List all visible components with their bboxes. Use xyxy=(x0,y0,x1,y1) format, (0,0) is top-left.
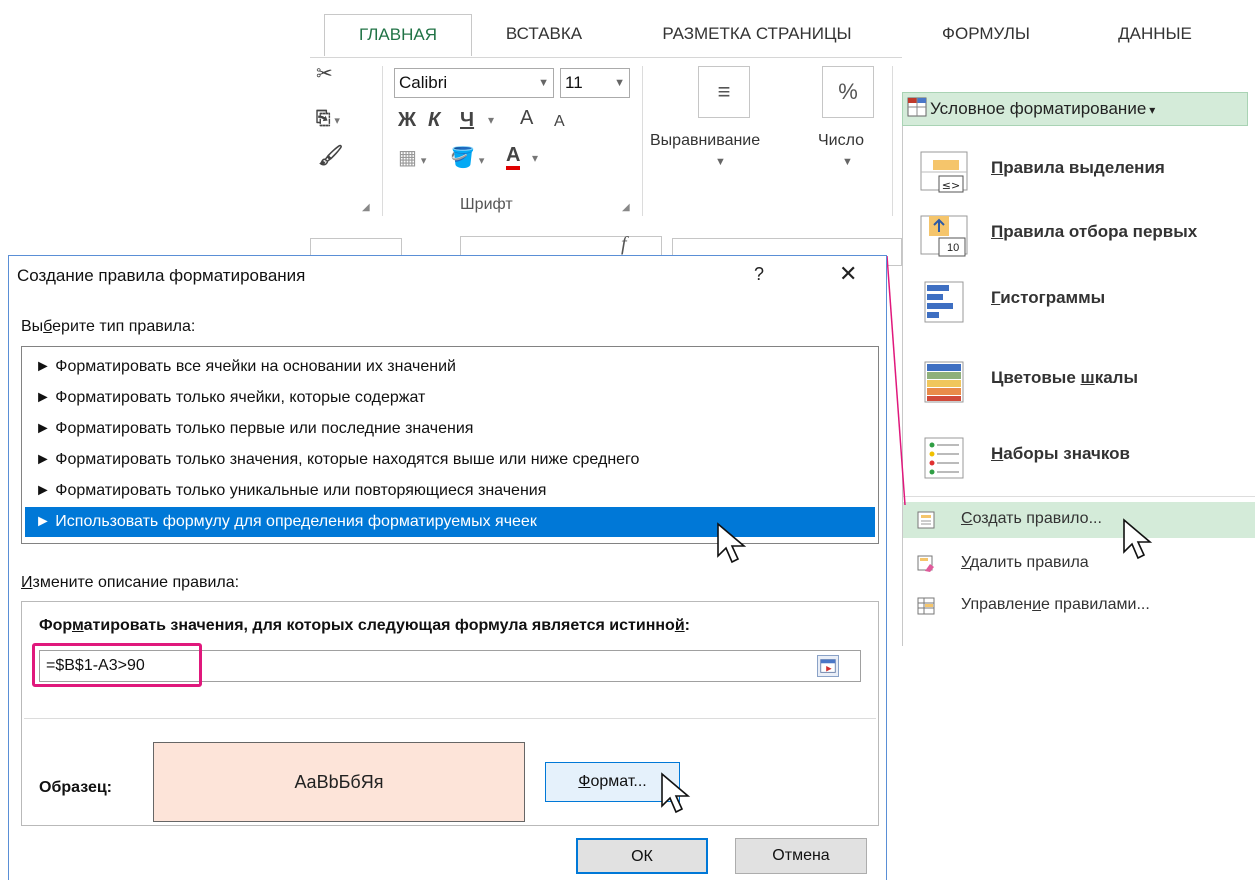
chevron-down-icon: ▼ xyxy=(842,156,853,168)
color-scales-label: Цветовые шкалы xyxy=(991,368,1138,387)
new-rule-icon xyxy=(917,511,935,529)
chevron-down-icon: ▼ xyxy=(538,77,549,89)
list-item[interactable]: ► Форматировать все ячейки на основании … xyxy=(25,352,875,382)
menu-item-icon-sets[interactable]: Наборы значков xyxy=(913,428,1253,486)
cut-icon[interactable]: ✂ xyxy=(316,62,333,86)
tab-page-layout[interactable]: РАЗМЕТКА СТРАНИЦЫ xyxy=(628,14,886,56)
conditional-formatting-label: Условное форматирование xyxy=(930,99,1147,118)
format-preview: AaBbБбЯя xyxy=(153,742,525,822)
tab-home[interactable]: ГЛАВНАЯ xyxy=(324,14,472,56)
mouse-cursor-icon xyxy=(1123,518,1153,560)
fx-icon[interactable]: f xyxy=(621,233,627,256)
formula-header: Форматировать значения, для которых след… xyxy=(39,617,690,634)
top-rules-icon xyxy=(920,215,968,257)
menu-item-color-scales[interactable]: Цветовые шкалы xyxy=(913,352,1253,410)
top-rules-number: 10 xyxy=(947,242,960,254)
svg-text:≤>: ≤> xyxy=(942,179,960,192)
conditional-formatting-button[interactable]: Условное форматирование ▾ xyxy=(902,92,1248,126)
ribbon-body: ✂ ⎘ ▾ 🖌 ◢ Calibri ▼ 11 ▼ Ж К Ч ▾ A A ▦ ▾ 🪣… xyxy=(310,57,902,227)
color-scales-icon xyxy=(924,361,964,403)
list-item[interactable]: ► Форматировать только уникальные или по… xyxy=(25,476,875,506)
copy-icon[interactable]: ⎘ ▾ xyxy=(316,106,340,133)
bold-button[interactable]: Ж xyxy=(398,108,416,132)
icon-sets-label: Наборы значков xyxy=(991,444,1130,463)
clipboard-launcher-icon[interactable]: ◢ xyxy=(362,202,370,213)
font-color-button[interactable]: A xyxy=(506,144,521,170)
italic-button[interactable]: К xyxy=(428,108,440,132)
menu-item-new-rule[interactable]: Создать правило... xyxy=(903,502,1255,538)
manage-rules-label: Управление правилами... xyxy=(961,596,1150,613)
font-size-select[interactable]: 11 ▼ xyxy=(560,68,630,98)
rule-description-panel: Форматировать значения, для которых след… xyxy=(21,601,879,826)
menu-item-manage-rules[interactable]: Управление правилами... xyxy=(903,588,1255,624)
data-bars-icon xyxy=(924,281,964,323)
format-painter-icon[interactable]: 🖌 xyxy=(318,144,343,168)
mouse-cursor-icon xyxy=(717,522,747,564)
font-size-value: 11 xyxy=(565,73,583,92)
menu-item-top-rules[interactable]: Правила отбора первых 10 xyxy=(913,206,1253,264)
font-color-dropdown-icon[interactable]: ▾ xyxy=(532,146,538,170)
highlight-rules-icon: ≤> xyxy=(920,151,968,193)
tab-data[interactable]: ДАННЫЕ xyxy=(1080,14,1230,56)
font-group-label: Шрифт xyxy=(460,196,513,213)
alignment-button[interactable]: Выравнивание xyxy=(650,132,760,150)
font-name-select[interactable]: Calibri ▼ xyxy=(394,68,554,98)
conditional-formatting-icon xyxy=(907,97,927,117)
cancel-button[interactable]: Отмена xyxy=(735,838,867,874)
ok-button[interactable]: ОК xyxy=(576,838,708,874)
eraser-icon xyxy=(917,555,934,572)
mouse-cursor-icon xyxy=(661,772,691,814)
percent-symbol: % xyxy=(838,79,858,104)
percent-icon[interactable]: % xyxy=(822,66,874,118)
close-button[interactable]: ✕ xyxy=(839,261,857,287)
shrink-font-button[interactable]: A xyxy=(554,110,565,134)
manage-rules-icon xyxy=(917,597,935,615)
grow-font-button[interactable]: A xyxy=(520,106,533,130)
font-name-value: Calibri xyxy=(399,73,448,92)
preview-label: Образец: xyxy=(39,779,112,796)
number-button[interactable]: Число xyxy=(818,132,864,150)
menu-item-highlight-rules[interactable]: ≤> Правила выделения xyxy=(913,142,1253,200)
underline-button[interactable]: Ч xyxy=(460,108,474,132)
borders-icon[interactable]: ▦ ▾ xyxy=(398,146,426,173)
underline-dropdown-icon[interactable]: ▾ xyxy=(488,108,494,132)
new-rule-label: Создать правило... xyxy=(961,510,1102,527)
font-launcher-icon[interactable]: ◢ xyxy=(622,202,630,213)
dialog-title: Создание правила форматирования xyxy=(17,266,306,285)
rule-type-list[interactable]: ► Форматировать все ячейки на основании … xyxy=(21,346,879,544)
new-formatting-rule-dialog: Создание правила форматирования ? ✕ Выбе… xyxy=(8,255,887,880)
select-rule-type-label: Выберите тип правила: xyxy=(21,318,196,335)
clear-rules-label: Удалить правила xyxy=(961,554,1089,571)
align-icon[interactable]: ≡ xyxy=(698,66,750,118)
font-color-letter: A xyxy=(506,144,521,166)
chevron-down-icon: ▾ xyxy=(1149,103,1156,117)
top-rules-label: Правила отбора первых xyxy=(991,222,1198,241)
list-item[interactable]: ► Форматировать только первые или послед… xyxy=(25,414,875,444)
data-bars-label: Гистограммы xyxy=(991,288,1106,307)
menu-item-data-bars[interactable]: Гистограммы xyxy=(913,272,1253,330)
chevron-down-icon: ▼ xyxy=(614,77,625,89)
help-button[interactable]: ? xyxy=(754,264,764,285)
edit-rule-description-label: Измените описание правила: xyxy=(21,574,240,591)
collapse-dialog-icon[interactable] xyxy=(817,655,839,677)
chevron-down-icon: ▼ xyxy=(715,156,726,168)
highlight-rules-label: Правила выделения xyxy=(991,158,1165,177)
tab-formulas[interactable]: ФОРМУЛЫ xyxy=(920,14,1052,56)
ribbon-tabs: ГЛАВНАЯ ВСТАВКА РАЗМЕТКА СТРАНИЦЫ ФОРМУЛ… xyxy=(310,0,1255,58)
icon-sets-icon xyxy=(924,437,964,479)
tab-insert[interactable]: ВСТАВКА xyxy=(480,14,608,56)
list-item[interactable]: ► Форматировать только значения, которые… xyxy=(25,445,875,475)
menu-item-clear-rules[interactable]: Удалить правила xyxy=(903,546,1255,582)
list-item[interactable]: ► Форматировать только ячейки, которые с… xyxy=(25,383,875,413)
conditional-formatting-menu: ≤> Правила выделения Правила отбора перв… xyxy=(902,126,1255,646)
formula-highlight xyxy=(32,643,202,687)
fill-color-icon[interactable]: 🪣 ▾ xyxy=(450,146,484,173)
